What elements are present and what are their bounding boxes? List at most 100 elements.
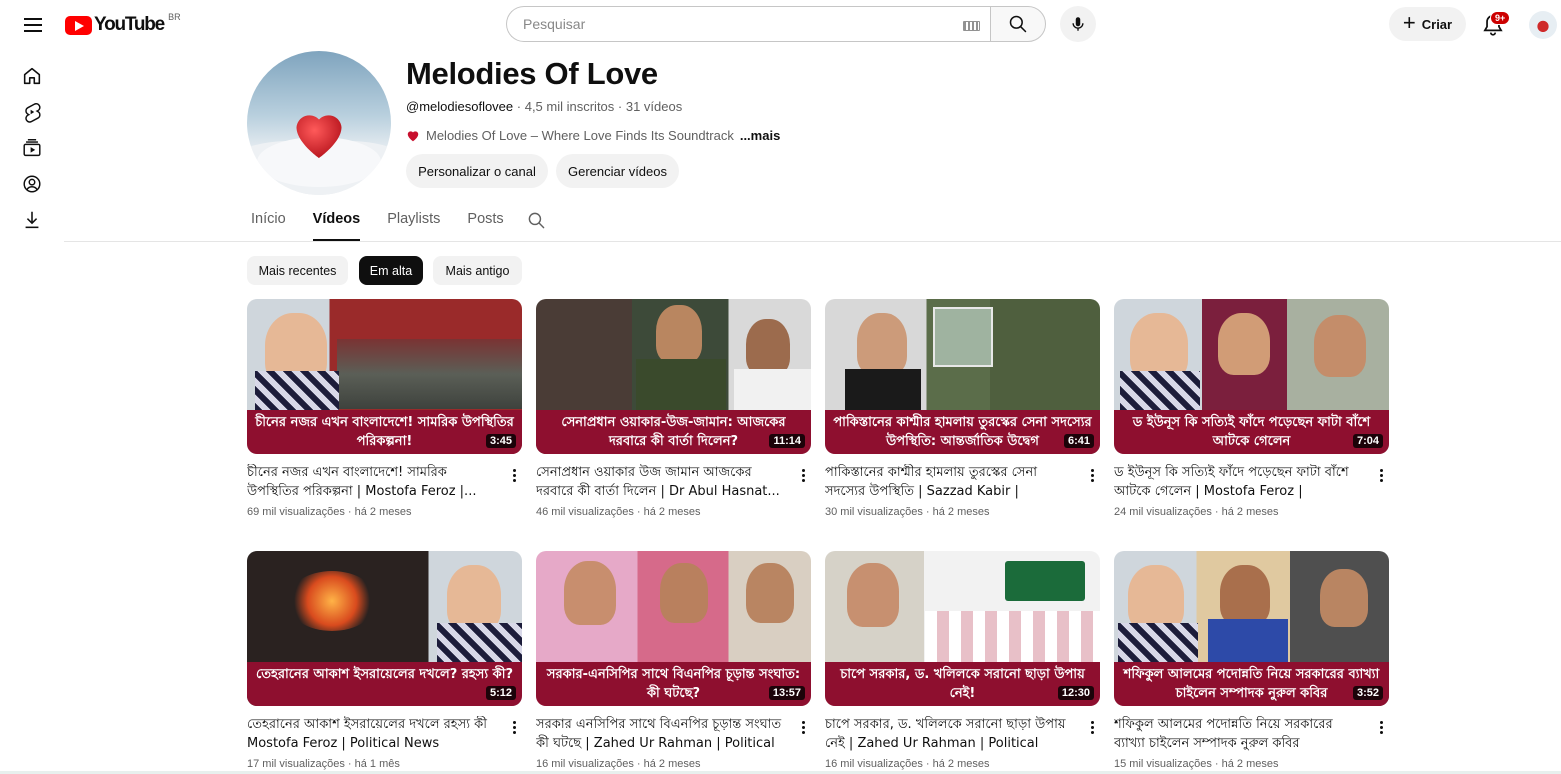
thumbnail-person	[656, 305, 702, 363]
video-more-icon[interactable]	[506, 717, 522, 737]
video-more-icon[interactable]	[795, 465, 811, 485]
shorts-icon	[25, 103, 41, 123]
video-more-icon[interactable]	[1084, 717, 1100, 737]
voice-search-button[interactable]	[1060, 6, 1096, 42]
video-age: há 2 meses	[1221, 506, 1279, 518]
video-meta: 16 mil visualizações · há 2 meses	[536, 758, 701, 770]
video-duration: 12:30	[1057, 686, 1094, 700]
video-card: শফিকুল আলমের পদোন্নতি নিয়ে সরকারের ব্যা…	[1114, 551, 1389, 770]
channel-stats: · 4,5 mil inscritos · 31 vídeos	[513, 99, 683, 114]
video-views: 69 mil visualizações	[247, 506, 345, 518]
search-button[interactable]	[990, 6, 1046, 42]
video-title[interactable]: চাপে সরকার, ড. খলিলকে সরানো ছাড়া উপায় …	[825, 716, 1075, 753]
thumbnail-person	[746, 319, 790, 375]
rail-item-subscriptions[interactable]	[0, 130, 64, 166]
account-avatar[interactable]	[1529, 11, 1557, 39]
channel-meta: @melodiesoflovee · 4,5 mil inscritos · 3…	[406, 99, 682, 114]
video-meta: 17 mil visualizações · há 1 mês	[247, 758, 400, 770]
video-duration: 3:52	[1352, 686, 1383, 700]
thumbnail-person	[857, 313, 907, 375]
logo-text: YouTube	[94, 14, 165, 35]
channel-name: Melodies Of Love	[406, 56, 658, 91]
video-age: há 2 meses	[1221, 758, 1279, 770]
thumbnail-caption: পাকিস্তানের কাশ্মীর হামলায় তুরস্কের সেন…	[825, 410, 1100, 454]
video-title[interactable]: সরকার এনসিপির সাথে বিএনপির চূড়ান্ত সংঘা…	[536, 716, 786, 753]
thumbnail-person	[1220, 565, 1270, 625]
video-card: সরকার-এনসিপির সাথে বিএনপির চূড়ান্ত সংঘা…	[536, 551, 811, 770]
video-card: চীনের নজর এখন বাংলাদেশে! সামরিক উপস্থিতি…	[247, 299, 522, 518]
video-duration: 11:14	[769, 434, 805, 448]
video-thumbnail[interactable]: পাকিস্তানের কাশ্মীর হামলায় তুরস্কের সেন…	[825, 299, 1100, 454]
customize-channel-button[interactable]: Personalizar o canal	[406, 154, 548, 188]
video-more-icon[interactable]	[1373, 717, 1389, 737]
video-title[interactable]: ড ইউনূস কি সত্যিই ফাঁদে পড়েছেন ফাটা বাঁ…	[1114, 464, 1364, 501]
video-title[interactable]: সেনাপ্রধান ওয়াকার উজ জামান আজকের দরবারে…	[536, 464, 786, 501]
channel-avatar[interactable]	[247, 51, 391, 195]
menu-icon[interactable]	[20, 12, 46, 38]
channel-description[interactable]: Melodies Of Love – Where Love Finds Its …	[406, 128, 780, 143]
thumbnail-person	[1218, 313, 1270, 375]
video-views: 15 mil visualizações	[1114, 758, 1212, 770]
thumbnail-shirt	[255, 371, 339, 411]
rail-item-downloads[interactable]	[0, 202, 64, 238]
video-duration: 5:12	[485, 686, 516, 700]
top-bar: YouTube BR + Criar 9+	[0, 0, 1561, 50]
video-views: 17 mil visualizações	[247, 758, 345, 770]
thumbnail-caption: ড ইউনূস কি সত্যিই ফাঁদে পড়েছেন ফাটা বাঁ…	[1114, 410, 1389, 454]
chip-oldest[interactable]: Mais antigo	[433, 256, 522, 285]
video-card: ড ইউনূস কি সত্যিই ফাঁদে পড়েছেন ফাটা বাঁ…	[1114, 299, 1389, 518]
video-thumbnail[interactable]: চাপে সরকার, ড. খলিলকে সরানো ছাড়া উপায় …	[825, 551, 1100, 706]
video-thumbnail[interactable]: সেনাপ্রধান ওয়াকার-উজ-জামান: আজকের দরবার…	[536, 299, 811, 454]
logo-country-code: BR	[168, 12, 181, 22]
thumbnail-shirt	[437, 623, 522, 663]
channel-description-text: Melodies Of Love – Where Love Finds Its …	[426, 128, 734, 143]
video-thumbnail[interactable]: চীনের নজর এখন বাংলাদেশে! সামরিক উপস্থিতি…	[247, 299, 522, 454]
chip-popular[interactable]: Em alta	[359, 256, 423, 285]
tab-videos[interactable]: Vídeos	[312, 201, 360, 241]
video-thumbnail[interactable]: ড ইউনূস কি সত্যিই ফাঁদে পড়েছেন ফাটা বাঁ…	[1114, 299, 1389, 454]
description-more-link[interactable]: ...mais	[740, 128, 780, 143]
rail-item-you[interactable]	[0, 166, 64, 202]
video-more-icon[interactable]	[1084, 465, 1100, 485]
video-more-icon[interactable]	[506, 465, 522, 485]
tab-home[interactable]: Início	[251, 201, 286, 241]
search-bar	[506, 6, 1046, 42]
thumbnail-scene	[337, 339, 522, 409]
video-title[interactable]: তেহরানের আকাশ ইসরায়েলের দখলে রহস্য কী M…	[247, 716, 497, 753]
channel-search-icon[interactable]	[527, 211, 546, 230]
create-button[interactable]: + Criar	[1389, 7, 1466, 41]
video-views: 16 mil visualizações	[536, 758, 634, 770]
youtube-logo[interactable]: YouTube BR	[65, 12, 181, 36]
video-title[interactable]: শফিকুল আলমের পদোন্নতি নিয়ে সরকারের ব্যা…	[1114, 716, 1364, 753]
tab-posts[interactable]: Posts	[467, 201, 503, 241]
video-card: তেহরানের আকাশ ইসরায়েলের দখলে? রহস্য কী?…	[247, 551, 522, 770]
video-thumbnail[interactable]: শফিকুল আলমের পদোন্নতি নিয়ে সরকারের ব্যা…	[1114, 551, 1389, 706]
video-thumbnail[interactable]: তেহরানের আকাশ ইসরায়েলের দখলে? রহস্য কী?…	[247, 551, 522, 706]
manage-videos-button[interactable]: Gerenciar vídeos	[556, 154, 679, 188]
thumbnail-person	[1128, 565, 1184, 631]
keyboard-icon[interactable]	[963, 21, 980, 31]
video-title[interactable]: চীনের নজর এখন বাংলাদেশে! সামরিক উপস্থিতি…	[247, 464, 497, 501]
thumbnail-person	[1320, 569, 1368, 627]
search-input[interactable]	[523, 16, 943, 32]
thumbnail-caption: শফিকুল আলমের পদোন্নতি নিয়ে সরকারের ব্যা…	[1114, 662, 1389, 706]
video-thumbnail[interactable]: সরকার-এনসিপির সাথে বিএনপির চূড়ান্ত সংঘা…	[536, 551, 811, 706]
thumbnail-person	[447, 565, 501, 631]
plus-icon: +	[1402, 10, 1416, 35]
create-label: Criar	[1421, 16, 1453, 32]
thumbnail-inset	[933, 307, 993, 367]
video-age: há 2 meses	[932, 506, 990, 518]
video-card: চাপে সরকার, ড. খলিলকে সরানো ছাড়া উপায় …	[825, 551, 1100, 770]
tab-playlists[interactable]: Playlists	[387, 201, 440, 241]
video-title[interactable]: পাকিস্তানের কাশ্মীর হামলায় তুরস্কের সেন…	[825, 464, 1075, 501]
chip-latest[interactable]: Mais recentes	[247, 256, 348, 285]
video-more-icon[interactable]	[1373, 465, 1389, 485]
rail-item-shorts[interactable]	[0, 94, 64, 130]
video-card: সেনাপ্রধান ওয়াকার-উজ-জামান: আজকের দরবার…	[536, 299, 811, 518]
thumbnail-person	[660, 563, 708, 623]
thumbnail-banner	[1005, 561, 1085, 601]
thumbnail-shirt	[734, 369, 811, 414]
thumbnail-crowd	[925, 611, 1100, 663]
rail-item-home[interactable]	[0, 58, 64, 94]
video-more-icon[interactable]	[795, 717, 811, 737]
